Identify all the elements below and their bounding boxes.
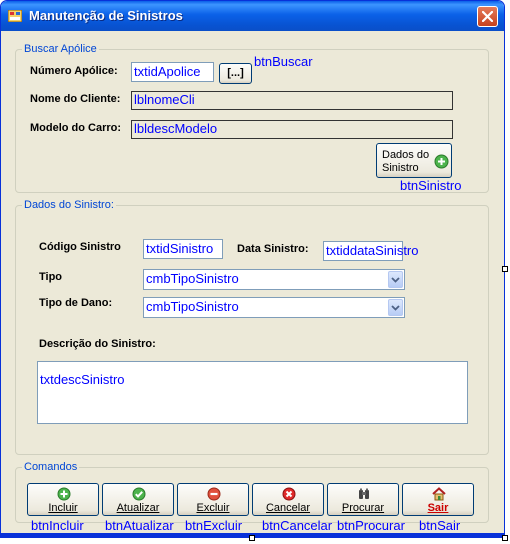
excluir-button-label: Excluir — [196, 502, 230, 514]
dados-sinistro-button[interactable]: Dados do Sinistro — [376, 143, 452, 178]
window-title: Manutenção de Sinistros — [29, 8, 183, 23]
add-icon — [57, 487, 71, 501]
main-window: Manutenção de Sinistros Buscar Apólice N… — [0, 0, 505, 538]
dados-sinistro-button-line2: Sinistro — [382, 162, 419, 174]
sair-button-label: Sair — [427, 502, 449, 514]
numero-apolice-label: Número Apólice: — [30, 65, 118, 77]
modelo-carro-label: Modelo do Carro: — [30, 122, 122, 134]
dados-sinistro-legend: Dados do Sinistro: — [24, 199, 114, 211]
excluir-button[interactable]: Excluir — [177, 483, 249, 516]
nome-cliente-label: Nome do Cliente: — [30, 93, 121, 105]
resize-handle-bottom[interactable] — [249, 535, 255, 541]
cancelar-button-label: Cancelar — [265, 502, 311, 514]
atualizar-annotation: btnAtualizar — [105, 518, 174, 533]
incluir-button-label: Incluir — [48, 502, 78, 514]
incluir-button[interactable]: Incluir — [27, 483, 99, 516]
data-sinistro-input[interactable]: txtiddataSinistro — [323, 241, 419, 261]
comandos-legend: Comandos — [24, 461, 78, 473]
resize-handle-corner[interactable] — [502, 535, 508, 541]
chevron-down-icon — [391, 304, 400, 311]
descricao-sinistro-label: Descrição do Sinistro: — [39, 338, 156, 350]
numero-apolice-input[interactable]: txtidApolice — [131, 62, 214, 82]
codigo-sinistro-label: Código Sinistro — [39, 241, 121, 253]
title-bar[interactable]: Manutenção de Sinistros — [1, 1, 504, 31]
procurar-annotation: btnProcurar — [337, 518, 405, 533]
excluir-annotation: btnExcluir — [185, 518, 243, 533]
cancelar-annotation: btnCancelar — [262, 518, 333, 533]
home-exit-icon — [432, 487, 446, 501]
descricao-sinistro-textarea[interactable]: txtdescSinistro — [37, 361, 468, 424]
modelo-carro-value: lbldescModelo — [131, 120, 453, 139]
tipo-label: Tipo — [39, 271, 63, 283]
check-icon — [132, 487, 146, 501]
resize-handle-right[interactable] — [502, 266, 508, 272]
procurar-button-label: Procurar — [341, 502, 385, 514]
tipo-dano-select[interactable]: cmbTipoSinistro — [143, 297, 405, 318]
tipo-dano-dropdown-button[interactable] — [388, 299, 403, 316]
minus-icon — [207, 487, 221, 501]
tipo-dano-label: Tipo de Dano: — [39, 297, 113, 309]
incluir-annotation: btnIncluir — [31, 518, 84, 533]
tipo-dano-value: cmbTipoSinistro — [146, 299, 239, 314]
binoculars-icon — [359, 488, 369, 499]
sair-annotation: btnSair — [419, 518, 461, 533]
buscar-apolice-legend: Buscar Apólice — [24, 43, 97, 55]
tipo-sinistro-select[interactable]: cmbTipoSinistro — [143, 269, 405, 290]
sinistro-button-annotation: btnSinistro — [400, 178, 462, 193]
buscar-button[interactable]: [...] — [219, 63, 252, 84]
cancelar-button[interactable]: Cancelar — [252, 483, 324, 516]
atualizar-button[interactable]: Atualizar — [102, 483, 174, 516]
add-icon — [434, 154, 449, 169]
tipo-sinistro-value: cmbTipoSinistro — [146, 271, 239, 286]
chevron-down-icon — [391, 276, 400, 283]
app-form-icon — [8, 10, 22, 22]
codigo-sinistro-input[interactable]: txtidSinistro — [143, 239, 223, 259]
atualizar-button-label: Atualizar — [116, 502, 160, 514]
close-icon — [482, 11, 493, 22]
form-client-area: Buscar Apólice Número Apólice: txtidApol… — [5, 31, 500, 533]
tipo-dropdown-button[interactable] — [388, 271, 403, 288]
sair-button[interactable]: Sair — [402, 483, 474, 516]
nome-cliente-value: lblnomeCli — [131, 91, 453, 110]
dados-sinistro-button-line1: Dados do — [382, 149, 430, 161]
data-sinistro-label: Data Sinistro: — [237, 243, 309, 255]
buscar-button-annotation: btnBuscar — [254, 54, 313, 69]
descricao-sinistro-value: txtdescSinistro — [40, 372, 125, 387]
close-button[interactable] — [477, 6, 498, 27]
cancel-icon — [282, 487, 296, 501]
procurar-button[interactable]: Procurar — [327, 483, 399, 516]
